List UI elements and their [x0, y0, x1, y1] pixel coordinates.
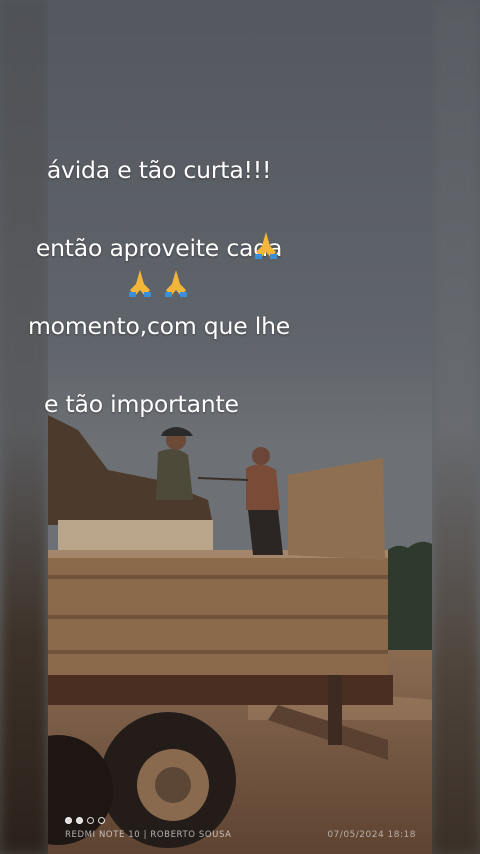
caption-line: momento,com que lhe: [27, 312, 291, 340]
caption-line: então aproveite cada: [35, 234, 283, 262]
page-indicator: [65, 817, 105, 824]
page-dot: [76, 817, 83, 824]
blurred-right-edge: [432, 0, 480, 854]
page-dot: [98, 817, 105, 824]
story-caption: ávida e tão curta!!! então aproveite cad…: [0, 112, 318, 463]
page-dot: [87, 817, 94, 824]
page-dot: [65, 817, 72, 824]
truck-gate: [288, 458, 385, 560]
caption-line: ávida e tão curta!!!: [46, 156, 272, 184]
caption-line: e tão importante: [43, 390, 239, 418]
device-watermark: REDMI NOTE 10 | ROBERTO SOUSA: [65, 830, 232, 840]
date-watermark: 07/05/2024 18:18: [327, 830, 416, 840]
story-view[interactable]: ávida e tão curta!!! então aproveite cad…: [0, 0, 480, 854]
truck-body: [48, 550, 388, 675]
